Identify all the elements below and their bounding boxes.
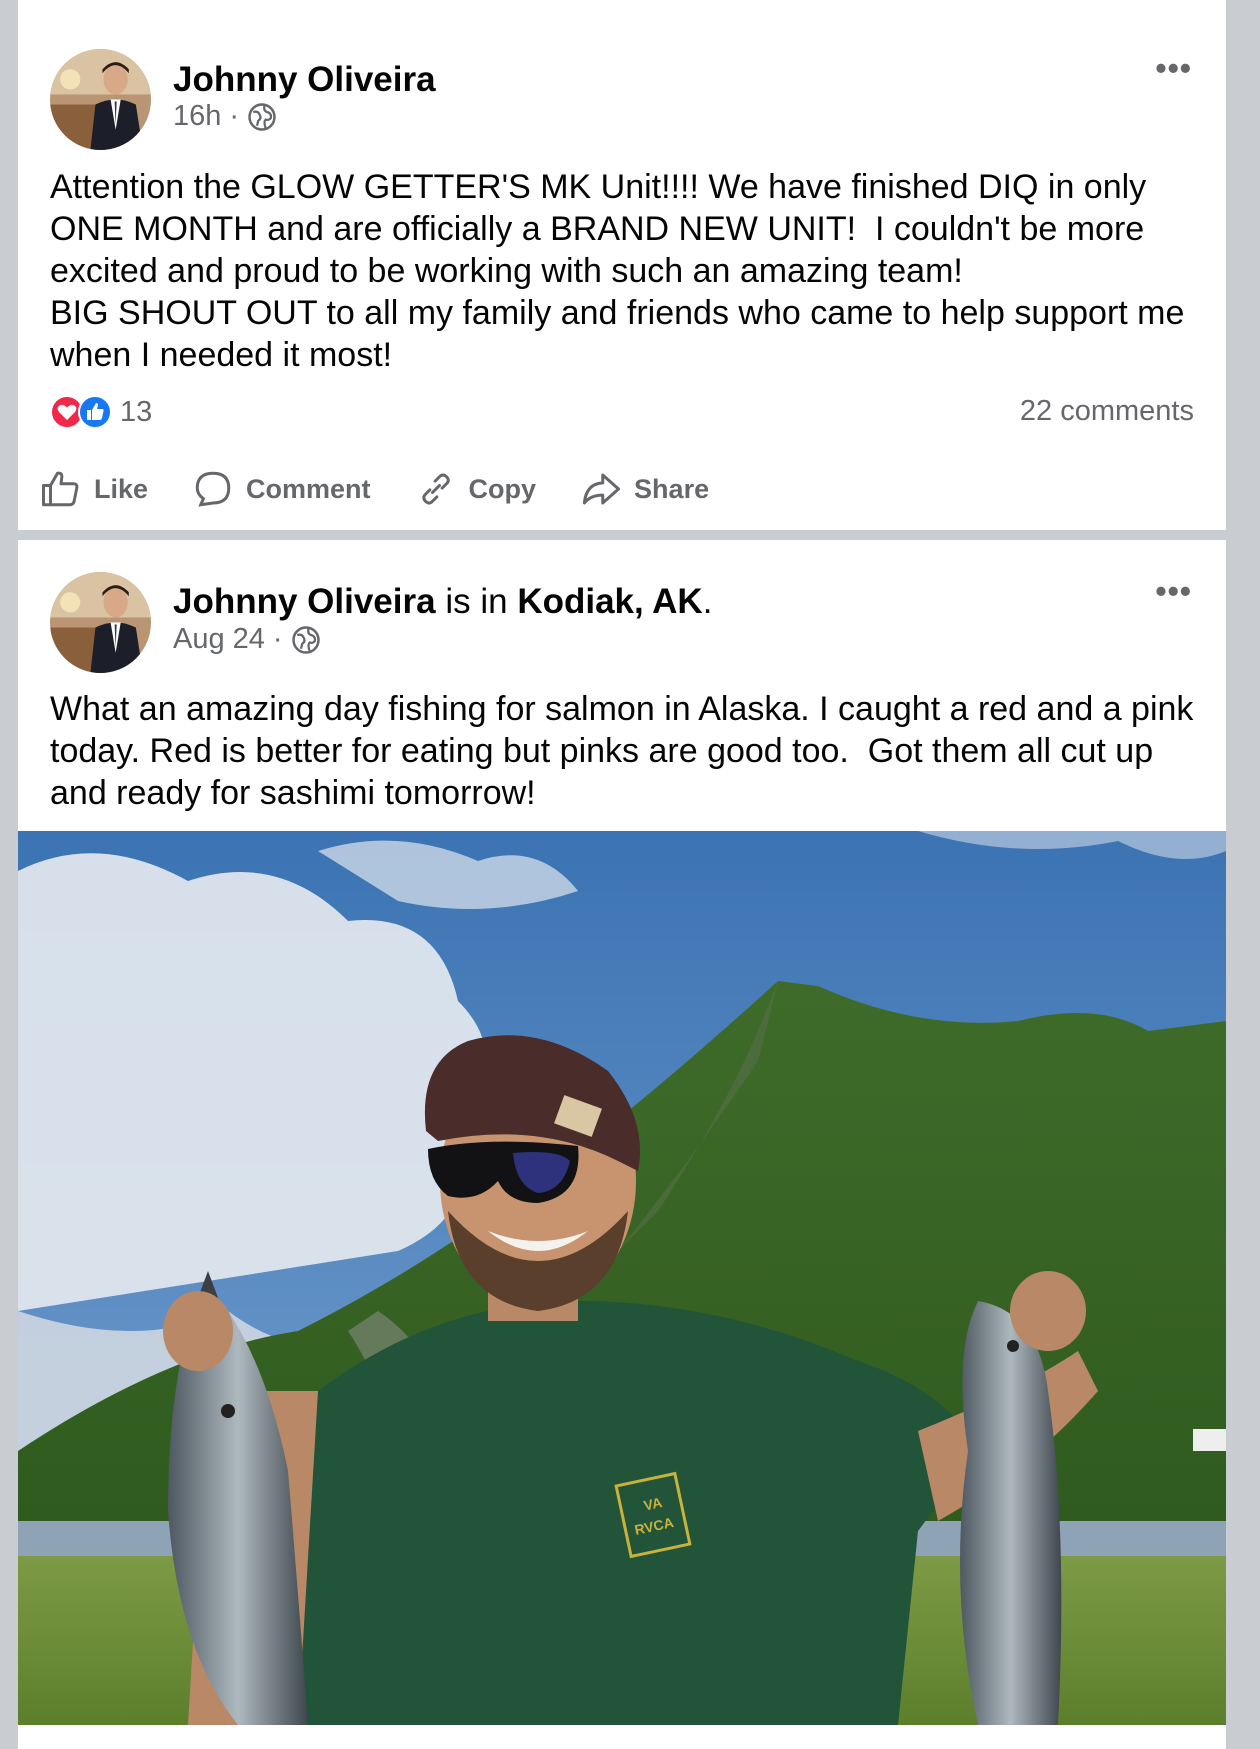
post-meta: Aug 24 · [173,623,321,656]
comment-button[interactable]: Comment [192,468,371,510]
post-photo[interactable]: VA RVCA [18,831,1226,1725]
like-reaction-icon [78,395,112,429]
like-label: Like [94,473,149,504]
thumbs-up-icon [42,471,79,507]
post-time[interactable]: 16h [173,100,221,133]
comment-label: Comment [246,473,371,504]
globe-icon [291,625,320,654]
share-label: Share [634,473,710,504]
post-text: What an amazing day fishing for salmon i… [50,690,1203,812]
avatar[interactable] [50,49,151,150]
post-text: Attention the GLOW GETTER'S MK Unit!!!! … [50,168,1185,374]
meta-separator: · [272,623,283,655]
avatar[interactable] [50,572,151,673]
share-button[interactable]: Share [580,468,709,510]
more-options-icon[interactable]: ••• [1155,50,1192,87]
location-prefix: is in [445,582,508,621]
post-author-line: Johnny Oliveira is in Kodiak, AK. [173,582,712,622]
share-arrow-icon [582,473,621,505]
post-card: Johnny Oliveira 16h · ••• Attention the … [18,0,1226,530]
post-card: Johnny Oliveira is in Kodiak, AK. Aug 24… [18,540,1226,1749]
comment-bubble-icon [195,471,231,507]
post-time[interactable]: Aug 24 [173,623,265,656]
post-location[interactable]: Kodiak, AK [517,582,702,621]
like-button[interactable]: Like [40,468,148,510]
post-author[interactable]: Johnny Oliveira [173,60,436,100]
post-author[interactable]: Johnny Oliveira [173,582,436,621]
location-suffix: . [702,582,713,621]
globe-icon [248,102,276,131]
more-options-icon[interactable]: ••• [1155,573,1192,610]
reaction-count: 13 [120,395,153,428]
post-meta: 16h · [173,100,277,133]
reactions-summary[interactable]: 13 [50,395,152,429]
post-actions: Like Comment Copy Share [40,468,753,510]
meta-separator: · [229,100,240,132]
copy-label: Copy [468,473,537,504]
copy-button[interactable]: Copy [415,468,537,510]
link-icon [421,473,450,505]
comments-count[interactable]: 22 comments [1020,395,1194,428]
